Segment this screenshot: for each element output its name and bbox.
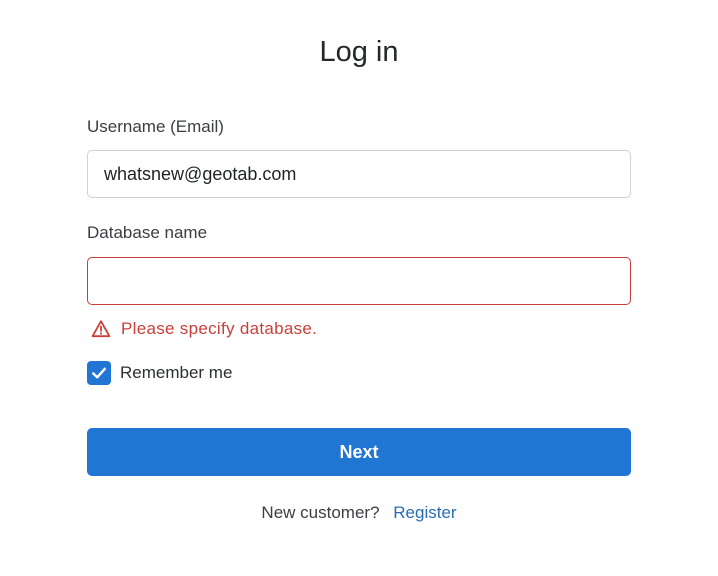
register-prompt: New customer? Register [0,502,718,524]
database-label: Database name [87,223,208,242]
remember-me-toggle[interactable]: Remember me [87,361,232,385]
database-input[interactable] [87,257,631,305]
remember-me-label: Remember me [120,363,233,382]
register-link[interactable]: Register [393,503,456,522]
new-customer-text: New customer? [261,503,380,522]
next-button[interactable]: Next [87,428,631,476]
checkmark-icon [92,367,106,379]
username-input[interactable] [87,150,631,198]
username-label: Username (Email) [87,117,224,136]
database-error-message: Please specify database. [91,318,317,340]
database-error-text: Please specify database. [121,319,318,338]
warning-triangle-icon [91,319,111,339]
login-page: Log in Username (Email) Database name Pl… [0,0,718,576]
page-title: Log in [319,36,399,68]
remember-me-checkbox[interactable] [87,361,111,385]
